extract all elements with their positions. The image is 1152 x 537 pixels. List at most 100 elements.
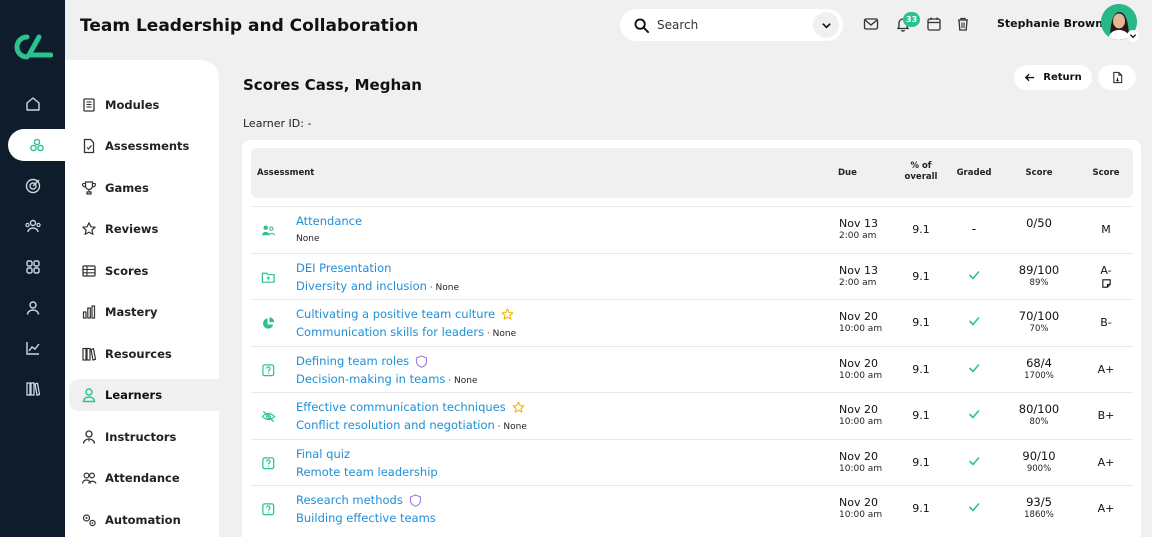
table-row[interactable]: Effective communication techniques Confli…	[251, 392, 1133, 438]
col-grade[interactable]: Score	[1086, 168, 1126, 179]
table-row[interactable]: Cultivating a positive team culture Commu…	[251, 299, 1133, 345]
rail-item-home[interactable]	[0, 88, 65, 120]
trophy-icon	[82, 181, 96, 195]
sidebar-item-attendance[interactable]: Attendance	[69, 462, 219, 494]
assessment-title-link[interactable]: Research methods	[296, 493, 422, 507]
col-assessment[interactable]: Assessment	[257, 168, 314, 179]
grade-cell: A+	[1091, 456, 1121, 469]
module-name[interactable]: Remote team leadership	[296, 465, 438, 479]
assessment-module-link[interactable]: Communication skills for leaders · None	[296, 325, 516, 339]
account-menu-caret[interactable]	[1127, 30, 1139, 42]
col-due[interactable]: Due	[838, 168, 857, 179]
trash-icon[interactable]	[955, 16, 971, 32]
assessment-module-link[interactable]: Building effective teams	[296, 511, 436, 525]
sidebar-item-learners[interactable]: Learners	[69, 379, 219, 411]
graded-cell	[956, 362, 992, 377]
assessment-title-link[interactable]: Effective communication techniques	[296, 400, 525, 414]
sidebar-item-games[interactable]: Games	[69, 172, 219, 204]
sidebar-item-scores[interactable]: Scores	[69, 255, 219, 287]
arrow-left-icon	[1025, 73, 1035, 82]
table-row[interactable]: DEI Presentation Diversity and inclusion …	[251, 253, 1133, 299]
assessment-title[interactable]: Research methods	[296, 493, 403, 507]
export-button[interactable]	[1098, 65, 1136, 90]
note-icon[interactable]	[1101, 278, 1112, 289]
table-row[interactable]: Attendance None Nov 13 2:00 am 9.1 - 0/50 M	[251, 206, 1133, 252]
star-icon	[82, 222, 96, 235]
search-filter-dropdown[interactable]	[813, 12, 839, 38]
mail-icon[interactable]	[863, 16, 879, 32]
assessment-module-link[interactable]: Conflict resolution and negotiation · No…	[296, 418, 527, 432]
assessment-title[interactable]: Attendance	[296, 214, 362, 228]
rail-item-chart[interactable]	[0, 332, 65, 364]
sidebar-item-modules[interactable]: Modules	[69, 89, 219, 121]
col-score[interactable]: Score	[1019, 168, 1059, 179]
rail-item-modules[interactable]	[8, 129, 65, 161]
search-input[interactable]	[657, 18, 797, 32]
chart-icon	[25, 342, 40, 355]
module-note: None	[296, 234, 320, 244]
page-title: Team Leadership and Collaboration	[80, 16, 419, 36]
due-cell: Nov 20 10:00 am	[839, 403, 882, 429]
brand-logo[interactable]	[13, 33, 53, 61]
assessment-title[interactable]: Effective communication techniques	[296, 400, 506, 414]
table-row[interactable]: Final quiz Remote team leadership Nov 20 10…	[251, 439, 1133, 485]
sidebar-item-label: Modules	[105, 98, 160, 112]
person-icon	[82, 388, 96, 403]
assessment-title-link[interactable]: Cultivating a positive team culture	[296, 307, 514, 321]
table-row[interactable]: Defining team roles Decision-making in te…	[251, 346, 1133, 392]
notification-badge: 33	[903, 12, 921, 27]
library-icon	[25, 382, 40, 397]
eye-off-icon	[261, 410, 276, 423]
due-cell: Nov 20 10:00 am	[839, 310, 882, 336]
due-date: Nov 20	[839, 450, 878, 463]
rail-item-grid[interactable]	[0, 251, 65, 283]
module-name[interactable]: Diversity and inclusion	[296, 279, 427, 293]
assessment-title-link[interactable]: Final quiz	[296, 447, 350, 461]
module-name[interactable]: Communication skills for leaders	[296, 325, 484, 339]
sidebar-item-reviews[interactable]: Reviews	[69, 213, 219, 245]
return-button[interactable]: Return	[1014, 65, 1092, 90]
home-icon	[25, 97, 40, 111]
bars-icon	[82, 305, 96, 319]
assessment-module-link[interactable]: Remote team leadership	[296, 465, 438, 479]
rail-item-user[interactable]	[0, 292, 65, 324]
assessment-title[interactable]: Defining team roles	[296, 354, 409, 368]
sidebar-item-resources[interactable]: Resources	[69, 338, 219, 370]
sidebar-item-mastery[interactable]: Mastery	[69, 296, 219, 328]
rail-item-library[interactable]	[0, 373, 65, 405]
module-name[interactable]: Conflict resolution and negotiation	[296, 418, 495, 432]
assessment-title-link[interactable]: Attendance	[296, 214, 362, 228]
user-name[interactable]: Stephanie Brown	[997, 17, 1103, 30]
pct-of-overall: 9.1	[912, 316, 930, 329]
sidebar-item-instructors[interactable]: Instructors	[69, 421, 219, 453]
sidebar-item-label: Resources	[105, 347, 172, 361]
col-graded[interactable]: Graded	[951, 168, 997, 179]
col-pct-overall[interactable]: % of overall	[901, 161, 941, 183]
assessment-title[interactable]: Cultivating a positive team culture	[296, 307, 495, 321]
score-value: 68/4	[1026, 356, 1052, 370]
assessment-title[interactable]: DEI Presentation	[296, 261, 391, 275]
pct-of-overall: 9.1	[912, 270, 930, 283]
search-box[interactable]	[620, 9, 843, 41]
assessment-title-link[interactable]: Defining team roles	[296, 354, 428, 368]
module-name[interactable]: Decision-making in teams	[296, 372, 445, 386]
sidebar-item-assessments[interactable]: Assessments	[69, 130, 219, 162]
grade-cell: A-	[1091, 264, 1121, 289]
pct-of-overall: 9.1	[912, 363, 930, 376]
assessment-title[interactable]: Final quiz	[296, 447, 350, 461]
score-value: 80/100	[1018, 402, 1060, 416]
assessment-title-link[interactable]: DEI Presentation	[296, 261, 391, 275]
table-row[interactable]: Research methods Building effective teams…	[251, 485, 1133, 531]
rail-item-users[interactable]	[0, 210, 65, 242]
calendar-icon[interactable]	[926, 16, 942, 32]
sidebar-item-automation[interactable]: Automation	[69, 504, 219, 536]
module-name[interactable]: Building effective teams	[296, 511, 436, 525]
due-time: 10:00 am	[839, 417, 883, 427]
score-value: 93/5	[1026, 495, 1052, 509]
grade-value: A+	[1097, 456, 1115, 469]
assessment-module-link[interactable]: Decision-making in teams · None	[296, 372, 477, 386]
score-cell: 0/50	[1011, 217, 1067, 230]
col-pct-line2: overall	[904, 172, 938, 182]
assessment-module-link[interactable]: Diversity and inclusion · None	[296, 279, 459, 293]
rail-item-target[interactable]	[0, 170, 65, 202]
